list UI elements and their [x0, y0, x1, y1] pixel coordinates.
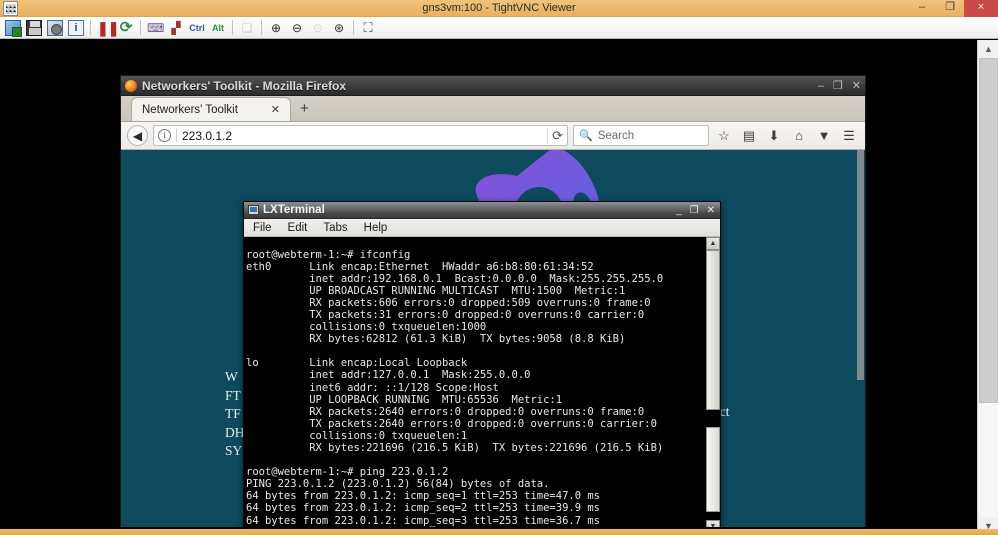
tab-close-icon[interactable]: ✕ — [267, 103, 284, 116]
vnc-titlebar: gns3vm:100 - TightVNC Viewer – ❐ × — [0, 0, 998, 17]
firefox-minimize-button[interactable]: – — [818, 76, 824, 96]
screenshot-root: gns3vm:100 - TightVNC Viewer – ❐ × i ❚❚ … — [0, 0, 998, 535]
zoom-100-icon[interactable]: ⊙ — [308, 18, 328, 38]
firefox-titlebar: Networkers' Toolkit - Mozilla Firefox – … — [121, 76, 865, 96]
page-line-2: FT — [225, 387, 241, 403]
back-button[interactable]: ◀ — [127, 125, 148, 146]
firefox-maximize-button[interactable]: ❐ — [833, 76, 843, 96]
lxterminal-window-title: LXTerminal — [263, 204, 325, 216]
reload-icon[interactable]: ⟳ — [547, 127, 563, 144]
firefox-tabstrip: Networkers' Toolkit ✕ + — [121, 96, 865, 122]
lxterminal-menubar: File Edit Tabs Help — [244, 219, 720, 237]
remote-desktop-canvas[interactable]: Networkers' Toolkit - Mozilla Firefox – … — [0, 40, 977, 527]
bookmark-star-icon[interactable]: ☆ — [714, 128, 734, 144]
vnc-scrollbar-thumb[interactable] — [979, 58, 998, 403]
toolbar-separator — [350, 18, 357, 38]
page-identity-icon[interactable]: i — [158, 129, 171, 142]
toolbar-separator — [229, 18, 236, 38]
alt-key-toggle[interactable]: Alt — [208, 18, 228, 38]
search-icon: 🔍 — [579, 130, 593, 142]
connection-info-icon[interactable]: i — [66, 18, 86, 38]
zoom-in-icon[interactable]: ⊕ — [266, 18, 286, 38]
vnc-window-title: gns3vm:100 - TightVNC Viewer — [422, 2, 576, 14]
lxterminal-close-button[interactable]: ✕ — [707, 202, 715, 219]
menu-tabs[interactable]: Tabs — [323, 222, 347, 234]
page-line-3: TF — [225, 406, 241, 421]
zoom-out-icon[interactable]: ⊖ — [287, 18, 307, 38]
terminal-text: root@webterm-1:~# ifconfig eth0 Link enc… — [246, 248, 664, 528]
toolbar-separator — [87, 18, 94, 38]
menu-help[interactable]: Help — [364, 222, 388, 234]
toolbar-separator — [137, 18, 144, 38]
lxterminal-maximize-button[interactable]: ❐ — [690, 202, 699, 219]
firefox-logo-icon — [125, 80, 137, 92]
terminal-scrollbar[interactable]: ▲ ▼ — [706, 237, 720, 527]
lxterminal-window-controls: _ ❐ ✕ — [676, 202, 715, 219]
search-placeholder: Search — [597, 129, 635, 142]
host-window-bottom-edge — [0, 529, 998, 535]
hamburger-menu-icon[interactable]: ☰ — [839, 128, 859, 144]
vnc-window-controls: – ❐ × — [908, 0, 998, 17]
tab-label: Networkers' Toolkit — [142, 103, 238, 116]
vnc-vertical-scrollbar[interactable]: ▲ ▼ — [977, 40, 998, 535]
vnc-minimize-button[interactable]: – — [908, 0, 936, 17]
lxterminal-minimize-button[interactable]: _ — [676, 202, 682, 219]
clipboard-transfer-icon[interactable]: ❏ — [237, 18, 257, 38]
save-session-icon[interactable] — [24, 18, 44, 38]
toolbar-separator — [258, 18, 265, 38]
terminal-output-area[interactable]: root@webterm-1:~# ifconfig eth0 Link enc… — [244, 237, 720, 527]
menu-edit[interactable]: Edit — [288, 222, 308, 234]
page-line-1: W — [225, 369, 238, 384]
scroll-down-arrow-icon[interactable]: ▼ — [706, 520, 720, 527]
vnc-scroll-up-arrow-icon[interactable]: ▲ — [978, 40, 998, 58]
downloads-icon[interactable]: ⬇ — [764, 128, 784, 144]
pause-icon[interactable]: ❚❚ — [95, 18, 119, 38]
library-icon[interactable]: ▤ — [739, 128, 759, 144]
vnc-maximize-button[interactable]: ❐ — [936, 0, 964, 17]
urlbar-divider — [176, 129, 177, 142]
url-text: 223.0.1.2 — [182, 128, 233, 143]
home-icon[interactable]: ⌂ — [789, 128, 809, 143]
ctrl-key-toggle[interactable]: Ctrl — [187, 18, 207, 38]
zoom-auto-icon[interactable]: ⊛ — [329, 18, 349, 38]
lxterminal-titlebar: LXTerminal _ ❐ ✕ — [244, 202, 720, 219]
terminal-scrollbar-thumb[interactable] — [706, 250, 720, 410]
search-bar[interactable]: 🔍 Search — [573, 125, 709, 146]
send-key-icon[interactable]: ⌨ — [145, 18, 165, 38]
page-vertical-scrollbar[interactable] — [856, 150, 865, 527]
page-line-5: SY — [225, 443, 243, 458]
menu-file[interactable]: File — [253, 222, 272, 234]
scroll-up-arrow-icon[interactable]: ▲ — [706, 237, 720, 250]
vnc-close-button[interactable]: × — [964, 0, 998, 17]
new-tab-button[interactable]: + — [291, 97, 318, 121]
pocket-icon[interactable]: ▼ — [814, 128, 834, 143]
new-connection-icon[interactable] — [3, 18, 23, 38]
page-body-text: W FT TF DH SY — [225, 368, 245, 461]
terminal-scrollbar-thumb-lower[interactable] — [706, 427, 720, 512]
connection-options-icon[interactable] — [45, 18, 65, 38]
tab-networkers-toolkit[interactable]: Networkers' Toolkit ✕ — [131, 97, 291, 121]
send-ctrl-alt-del-icon[interactable]: ▞ — [166, 18, 186, 38]
firefox-navigation-toolbar: ◀ i 223.0.1.2 ⟳ 🔍 Search ☆ ▤ ⬇ ⌂ ▼ ☰ — [121, 122, 865, 150]
firefox-close-button[interactable]: ✕ — [852, 76, 861, 96]
refresh-icon[interactable]: ⟳ — [116, 18, 136, 38]
fullscreen-icon[interactable]: ⛶ — [358, 18, 378, 38]
lxterminal-window: LXTerminal _ ❐ ✕ File Edit Tabs Help roo… — [243, 201, 721, 527]
page-line-4: DH — [225, 424, 245, 440]
firefox-window-controls: – ❐ ✕ — [818, 76, 861, 96]
vnc-toolbar: i ❚❚ ⟳ ⌨ ▞ Ctrl Alt ❏ ⊕ ⊖ ⊙ ⊛ ⛶ — [0, 17, 998, 39]
address-bar[interactable]: i 223.0.1.2 ⟳ — [153, 125, 568, 146]
vnc-scrollbar-track[interactable] — [978, 403, 998, 517]
firefox-window-title: Networkers' Toolkit - Mozilla Firefox — [142, 79, 346, 93]
terminal-app-icon — [248, 205, 259, 215]
page-scrollbar-thumb[interactable] — [857, 150, 864, 380]
